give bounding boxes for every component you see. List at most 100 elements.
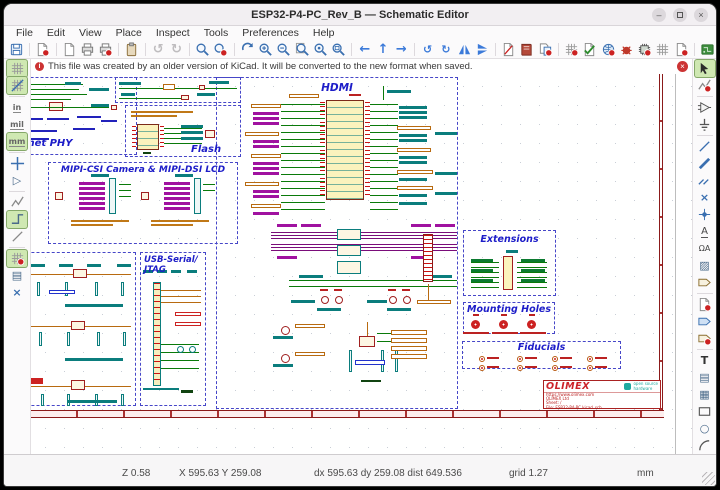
add-circle-icon[interactable]: ○ [695,420,715,437]
edit-symbol-icon[interactable] [500,41,517,58]
add-global-label-icon[interactable]: ▨ [695,257,715,274]
add-symbol-icon[interactable] [695,99,715,116]
find-icon[interactable] [194,41,211,58]
simulator-icon[interactable] [599,41,616,58]
schematic-net-label [31,264,45,267]
olimex-logo: OLIMEX [546,382,590,392]
rotate-ccw-icon[interactable]: ↺ [419,41,436,58]
schematic-net-label [181,131,203,134]
wire-hv-icon[interactable] [7,211,27,228]
zoom-selection-icon[interactable] [330,41,347,58]
add-netclass-directive-icon[interactable]: ΩA [695,240,715,257]
symbol-fields-table-icon[interactable] [654,41,671,58]
add-bus-icon[interactable] [695,155,715,172]
hidden-pins-icon[interactable]: ▷ [7,172,27,189]
add-arc-icon[interactable] [695,437,715,454]
menu-inspect[interactable]: Inspect [150,27,196,39]
symbol-library-icon[interactable] [518,41,535,58]
schematic-mounting-hole [499,320,508,329]
print-icon[interactable] [79,41,96,58]
infobar-close-icon[interactable]: × [677,61,688,72]
undo-icon[interactable]: ↺ [150,41,167,58]
schematic-setup-icon[interactable] [34,41,51,58]
add-wire-icon[interactable] [695,138,715,155]
menu-help[interactable]: Help [307,27,341,39]
menu-tools[interactable]: Tools [198,27,235,39]
schematic-transistor-symbol [403,296,411,304]
plot-icon[interactable] [97,41,114,58]
properties-panel-icon[interactable]: × [7,284,27,301]
zoom-objects-icon[interactable] [312,41,329,58]
add-hierarchical-label-icon[interactable] [695,274,715,291]
add-text-box-icon[interactable]: ▤ [695,369,715,386]
navigate-back-icon[interactable]: ← [356,41,373,58]
schematic-canvas[interactable]: Ethernet PHY Flash MIPI-CSI Camera & MIP… [31,74,692,454]
rotate-cw-icon[interactable]: ↻ [437,41,454,58]
import-sheet-pin-icon[interactable] [695,313,715,330]
unit-inches-icon[interactable]: in [7,99,27,116]
schematic-ref-text [349,94,361,96]
zoom-in-icon[interactable] [257,41,274,58]
redo-icon[interactable]: ↻ [168,41,185,58]
wire-45-icon[interactable] [7,228,27,245]
section-title: JTAG [144,265,166,275]
navigate-up-icon[interactable]: ↑ [374,41,391,58]
add-hierarchical-sheet-icon[interactable] [695,296,715,313]
annotate-icon[interactable] [563,41,580,58]
unit-mm-icon[interactable]: mm [7,133,27,150]
hidden-fields-icon[interactable]: ▤ [7,267,27,284]
wire-free-angle-icon[interactable] [7,194,27,211]
add-power-icon[interactable] [695,116,715,133]
open-pcb-editor-icon[interactable] [699,41,716,58]
bom-icon[interactable] [673,41,690,58]
add-table-icon[interactable]: ▦ [695,386,715,403]
grid-visibility-icon[interactable] [7,60,27,77]
grid-overrides-icon[interactable] [7,77,27,94]
titlebar[interactable]: ESP32-P4-PC_Rev_B — Schematic Editor – × [4,4,716,26]
minimize-button[interactable]: – [652,8,666,22]
menu-place[interactable]: Place [110,27,148,39]
menu-file[interactable]: File [10,27,39,39]
menu-edit[interactable]: Edit [41,27,71,39]
menu-view[interactable]: View [73,27,108,39]
schematic-hier-label [397,148,431,152]
add-text-icon[interactable]: T [695,352,715,369]
add-net-label-icon[interactable]: A [695,223,715,240]
add-sheet-pin-icon[interactable] [695,330,715,347]
crosshair-cursor-icon[interactable] [7,155,27,172]
maximize-button[interactable] [673,8,687,22]
find-replace-icon[interactable] [212,41,229,58]
schematic-note-text [151,220,209,222]
erc-icon[interactable] [581,41,598,58]
mirror-horizontal-icon[interactable] [456,41,473,58]
assign-footprints-icon[interactable] [636,41,653,58]
add-rectangle-icon[interactable] [695,403,715,420]
mirror-vertical-icon[interactable] [474,41,491,58]
add-bus-entry-icon[interactable] [695,172,715,189]
schematic-component [141,192,149,200]
navigate-forward-icon[interactable]: → [393,41,410,58]
add-no-connect-icon[interactable]: × [695,189,715,206]
net-inspector-icon[interactable] [618,41,635,58]
resize-grip[interactable] [702,472,715,485]
footprint-editor-icon[interactable] [537,41,554,58]
schematic-ground-symbol [361,380,381,382]
zoom-fit-icon[interactable] [293,41,310,58]
new-sheet-icon[interactable] [60,41,77,58]
schematic-net-label [506,250,518,253]
refresh-view-icon[interactable] [239,41,256,58]
net-colors-icon[interactable] [7,250,27,267]
schematic-note-text [131,115,177,117]
paste-icon[interactable] [123,41,140,58]
save-icon[interactable] [8,41,25,58]
zoom-out-icon[interactable] [275,41,292,58]
select-icon[interactable] [695,60,715,77]
schematic-ground-symbol [181,390,193,393]
highlight-net-icon[interactable] [695,77,715,94]
unit-mils-icon[interactable]: mil [7,116,27,133]
schematic-net-label [181,125,203,128]
close-button[interactable]: × [694,8,708,22]
schematic-wire [367,322,368,336]
menu-preferences[interactable]: Preferences [236,27,305,39]
add-junction-icon[interactable] [695,206,715,223]
